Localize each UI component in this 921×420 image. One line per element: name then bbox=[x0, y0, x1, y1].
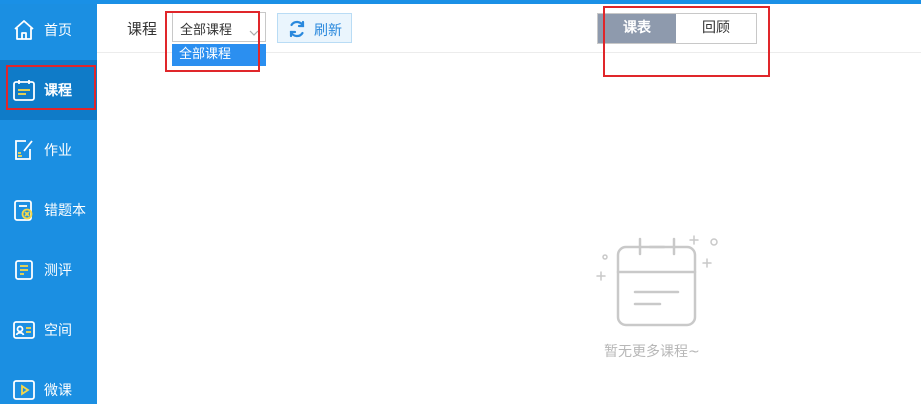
empty-state-message: 暂无更多课程~ bbox=[604, 344, 700, 360]
refresh-icon bbox=[288, 20, 306, 42]
highlight-box-view-tabs bbox=[603, 6, 770, 77]
sidebar-item-label: 测评 bbox=[44, 263, 72, 279]
micro-lesson-icon bbox=[12, 378, 36, 402]
sidebar-item-label: 微课 bbox=[44, 383, 72, 399]
refresh-label: 刷新 bbox=[314, 23, 342, 39]
sidebar-item-micro-lesson[interactable]: 微课 bbox=[0, 360, 97, 420]
assessment-icon bbox=[12, 258, 36, 282]
course-filter-label: 课程 bbox=[127, 20, 158, 38]
home-icon bbox=[12, 18, 36, 42]
sidebar-item-label: 作业 bbox=[44, 143, 72, 159]
highlight-box-course-nav bbox=[6, 65, 96, 110]
sidebar-item-label: 首页 bbox=[44, 23, 72, 39]
empty-calendar-icon bbox=[590, 230, 730, 339]
sidebar-item-label: 空间 bbox=[44, 323, 72, 339]
homework-icon bbox=[12, 138, 36, 162]
sidebar-item-mistake-book[interactable]: 错题本 bbox=[0, 180, 97, 240]
mistake-book-icon bbox=[12, 198, 36, 222]
sidebar-item-assessment[interactable]: 测评 bbox=[0, 240, 97, 300]
sidebar-item-label: 错题本 bbox=[44, 203, 86, 219]
sidebar-item-homework[interactable]: 作业 bbox=[0, 120, 97, 180]
sidebar-item-space[interactable]: 空间 bbox=[0, 300, 97, 360]
sidebar-item-home[interactable]: 首页 bbox=[0, 0, 97, 60]
refresh-button[interactable]: 刷新 bbox=[277, 13, 352, 43]
sidebar: 首页 课程 作业 错题本 测评 空间 微课 bbox=[0, 4, 97, 404]
space-icon bbox=[12, 318, 36, 342]
highlight-box-course-select bbox=[165, 11, 260, 72]
